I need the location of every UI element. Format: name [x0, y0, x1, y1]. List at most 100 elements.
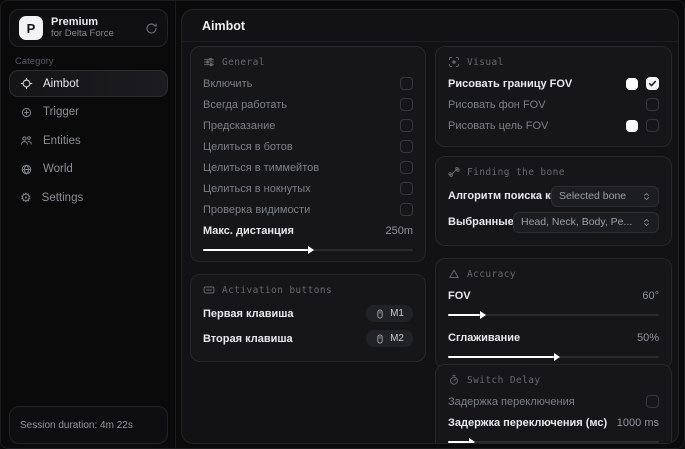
slider-label: FOV — [448, 290, 471, 302]
toggle-row: Задержка переключения — [448, 391, 659, 412]
visual-scan-icon — [448, 56, 460, 68]
toggle-label: Рисовать границу FOV — [448, 78, 572, 90]
switch-delay-slider[interactable] — [448, 441, 659, 443]
sliders-icon — [203, 56, 215, 68]
sync-icon[interactable] — [145, 22, 158, 35]
slider-row: Сглаживание 50% — [448, 327, 659, 348]
chevron-up-down-icon — [642, 218, 651, 227]
keybind-label: Первая клавиша — [203, 308, 294, 320]
checkbox[interactable] — [646, 119, 659, 132]
app-window: P Premium for Delta Force Category Aimbo… — [0, 0, 685, 449]
toggle-row: Целиться в тиммейтов — [203, 157, 413, 178]
toggle-row: Предсказание — [203, 115, 413, 136]
fov-slider[interactable] — [448, 314, 659, 316]
world-icon — [20, 163, 33, 176]
toggle-label: Целиться в нокнутых — [203, 183, 311, 195]
keybind-row: Первая клавиша M1 — [203, 301, 413, 326]
accuracy-panel: Accuracy FOV 60° Сглаживание 50% — [435, 258, 672, 369]
checkbox[interactable] — [400, 182, 413, 195]
color-swatch[interactable] — [626, 120, 638, 132]
checkbox[interactable] — [646, 395, 659, 408]
checkbox[interactable] — [400, 119, 413, 132]
general-panel: General Включить Всегда работать Предска… — [190, 46, 426, 262]
switch-delay-panel: Switch Delay Задержка переключения Задер… — [435, 364, 672, 444]
smoothing-slider[interactable] — [448, 356, 659, 358]
main-panel: Aimbot General Включить Всегда — [181, 9, 679, 444]
brand-title: Premium — [51, 16, 114, 29]
sidebar-item-entities[interactable]: Entities — [9, 127, 168, 154]
panel-title: Finding the bone — [467, 167, 565, 178]
keybind-button-m1[interactable]: M1 — [366, 305, 413, 322]
selected-bones-select[interactable]: Head, Neck, Body, Pe... — [513, 212, 659, 233]
checkbox[interactable] — [400, 203, 413, 216]
max-distance-slider[interactable] — [203, 249, 413, 251]
toggle-label: Целиться в тиммейтов — [203, 162, 319, 174]
app-logo: P — [19, 16, 43, 40]
keybind-button-m2[interactable]: M2 — [366, 330, 413, 347]
sidebar-item-trigger[interactable]: Trigger — [9, 99, 168, 126]
checkbox[interactable] — [646, 98, 659, 111]
checkbox[interactable] — [400, 140, 413, 153]
slider-row: Макс. дистанция 250m — [203, 220, 413, 241]
toggle-label: Задержка переключения — [448, 396, 575, 408]
mouse-icon — [375, 334, 385, 344]
trigger-icon — [20, 106, 33, 119]
toggle-label: Рисовать цель FOV — [448, 120, 548, 132]
toggle-row: Проверка видимости — [203, 199, 413, 220]
session-duration-box: Session duration: 4m 22s — [9, 406, 168, 444]
color-swatch[interactable] — [626, 78, 638, 90]
sidebar-item-aimbot[interactable]: Aimbot — [9, 70, 168, 97]
dropdown-row: Алгоритм поиска костей Selected bone — [448, 183, 659, 209]
checkbox[interactable] — [400, 98, 413, 111]
dropdown-label: Выбранные кости — [448, 216, 513, 228]
dropdown-value: Selected bone — [559, 190, 626, 202]
gear-icon: ⚙ — [20, 191, 32, 204]
keybind-row: Вторая клавиша M2 — [203, 326, 413, 351]
toggle-row: Рисовать границу FOV — [448, 73, 659, 94]
finding-the-bone-panel: Finding the bone Алгоритм поиска костей … — [435, 156, 672, 246]
slider-label: Макс. дистанция — [203, 225, 294, 237]
sidebar-item-world[interactable]: World — [9, 156, 168, 183]
slider-value: 60° — [642, 290, 659, 302]
category-label: Category — [15, 56, 54, 67]
panel-title: General — [222, 57, 265, 68]
checkbox[interactable] — [400, 161, 413, 174]
session-duration-text: Session duration: 4m 22s — [20, 420, 133, 431]
slider-fill — [448, 356, 554, 358]
sidebar-nav: Aimbot Trigger Entities — [9, 70, 168, 211]
keybind-value: M1 — [390, 308, 404, 319]
dropdown-row: Выбранные кости Head, Neck, Body, Pe... — [448, 209, 659, 235]
panel-title: Switch Delay — [467, 375, 540, 386]
sidebar-item-label: Trigger — [43, 106, 79, 118]
slider-fill — [448, 441, 469, 443]
chevron-up-down-icon — [642, 192, 651, 201]
brand-subtitle: for Delta Force — [51, 29, 114, 40]
slider-row: FOV 60° — [448, 285, 659, 306]
toggle-label: Целиться в ботов — [203, 141, 293, 153]
toggle-label: Проверка видимости — [203, 204, 310, 216]
keybind-value: M2 — [390, 333, 404, 344]
sidebar-item-label: Aimbot — [43, 78, 79, 90]
slider-row: Задержка переключения (мс) 1000 ms — [448, 412, 659, 433]
panel-title: Activation buttons — [222, 285, 332, 296]
entities-icon — [20, 134, 33, 147]
brand-card: P Premium for Delta Force — [9, 9, 168, 47]
panel-title: Accuracy — [467, 269, 516, 280]
toggle-label: Включить — [203, 78, 252, 90]
checkbox-checked[interactable] — [646, 77, 659, 90]
toggle-row: Всегда работать — [203, 94, 413, 115]
bone-icon — [448, 166, 460, 178]
toggle-label: Рисовать фон FOV — [448, 99, 546, 111]
timer-icon — [448, 374, 460, 386]
checkbox[interactable] — [400, 77, 413, 90]
accuracy-triangle-icon — [448, 268, 460, 280]
sidebar-item-label: Settings — [42, 192, 84, 204]
bone-algorithm-select[interactable]: Selected bone — [551, 186, 659, 207]
dropdown-value: Head, Neck, Body, Pe... — [521, 216, 632, 228]
panel-title: Visual — [467, 57, 504, 68]
slider-value: 50% — [637, 332, 659, 344]
sidebar-item-label: Entities — [43, 135, 81, 147]
keybind-icon — [203, 284, 215, 296]
page-header: Aimbot — [182, 10, 678, 42]
sidebar-item-settings[interactable]: ⚙ Settings — [9, 184, 168, 211]
